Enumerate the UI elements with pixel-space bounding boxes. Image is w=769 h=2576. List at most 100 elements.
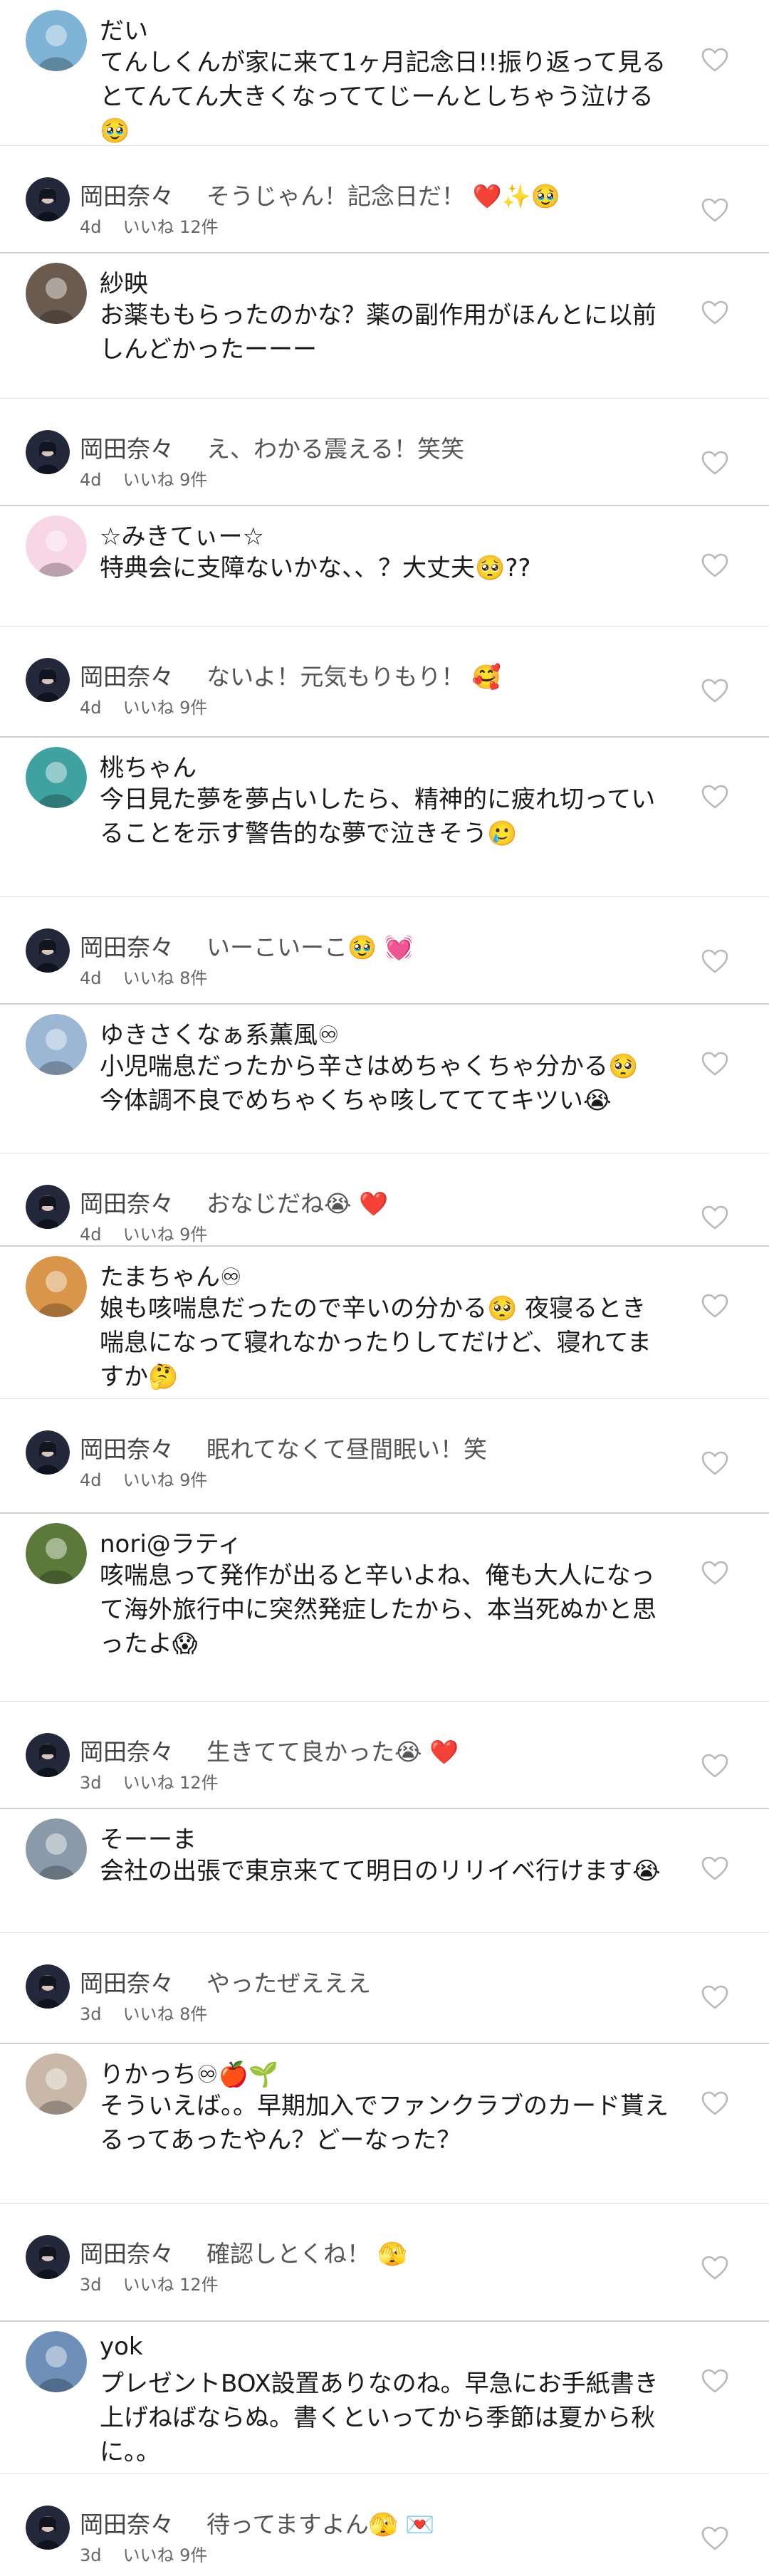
reply-time: 3d: [80, 2275, 102, 2295]
commenter-name[interactable]: だい: [100, 11, 148, 46]
comment-item: だい てんしくんが家に来て1ヶ月記念日!!振り返って見るとてんてん大きくなっててじ…: [0, 0, 769, 146]
reply-meta: 4d いいね 9件: [80, 466, 207, 491]
reply-author-name[interactable]: 岡田奈々: [80, 1964, 174, 1999]
avatar[interactable]: [26, 2331, 87, 2392]
likes-count[interactable]: いいね 12件: [123, 2275, 219, 2295]
heart-outline-icon[interactable]: [701, 197, 729, 223]
commenter-name[interactable]: ゆきさくなぁ系薫風♾: [100, 1015, 339, 1050]
likes-count[interactable]: いいね 12件: [123, 1773, 219, 1793]
commenter-name[interactable]: そーーま: [100, 1820, 197, 1855]
reply-author-name[interactable]: 岡田奈々: [80, 430, 174, 464]
avatar[interactable]: [26, 1964, 70, 2009]
reply-item: 岡田奈々 生きてて良かった😭 ❤️ 3d いいね 12件: [0, 1702, 769, 1808]
reply-item: 岡田奈々 やったぜえええ 3d いいね 8件: [0, 1933, 769, 2043]
comment-item: yok プレゼントBOX設置ありなのね。早急にお手紙書き上げねばならぬ。書くといっ…: [0, 2321, 769, 2474]
reply-text: 待ってますよん🫣 💌: [206, 2510, 435, 2538]
reply-text: そうじゃん！記念日だ！ ❤️✨🥹: [206, 182, 560, 210]
likes-count[interactable]: いいね 9件: [123, 470, 208, 490]
reply-author-name[interactable]: 岡田奈々: [80, 1185, 174, 1219]
avatar[interactable]: [26, 1733, 70, 1777]
reply-text: 確認しとくね！ 🫣: [206, 2240, 407, 2268]
reply-time: 4d: [80, 1470, 102, 1490]
reply-item: 岡田奈々 確認しとくね！ 🫣 3d いいね 12件: [0, 2204, 769, 2321]
avatar[interactable]: [26, 1185, 70, 1229]
likes-count[interactable]: いいね 8件: [123, 968, 208, 988]
heart-outline-icon[interactable]: [701, 1450, 729, 1476]
reply-text: いーこいーこ🥹 💓: [206, 933, 414, 961]
reply-item: 岡田奈々 ないよ！元気もりもり！ 🥰 4d いいね 9件: [0, 627, 769, 737]
avatar[interactable]: [26, 2235, 70, 2279]
heart-outline-icon[interactable]: [701, 553, 729, 578]
comment-item: 桃ちゃん 今日見た夢を夢占いしたら、精神的に疲れ切っていることを示す警告的な夢で泣…: [0, 737, 769, 897]
heart-outline-icon[interactable]: [701, 2525, 729, 2551]
likes-count[interactable]: いいね 8件: [123, 2004, 208, 2024]
reply-author-name[interactable]: 岡田奈々: [80, 177, 174, 211]
avatar[interactable]: [26, 1523, 87, 1584]
reply-author-name[interactable]: 岡田奈々: [80, 2235, 174, 2269]
heart-outline-icon[interactable]: [701, 678, 729, 703]
avatar[interactable]: [26, 2506, 70, 2550]
comment-list: だい てんしくんが家に来て1ヶ月記念日!!振り返って見るとてんてん大きくなっててじ…: [0, 0, 769, 2576]
comment-text: 特典会に支障ないかな、、？大丈夫🥺??: [100, 554, 531, 582]
avatar[interactable]: [26, 1430, 70, 1475]
reply-time: 3d: [80, 2545, 102, 2565]
reply-text: おなじだね😭 ❤️: [206, 1190, 389, 1218]
reply-text: ないよ！元気もりもり！ 🥰: [206, 663, 501, 691]
heart-outline-icon[interactable]: [701, 1560, 729, 1586]
heart-outline-icon[interactable]: [701, 1293, 729, 1319]
reply-author-name[interactable]: 岡田奈々: [80, 2506, 174, 2540]
likes-count[interactable]: いいね 9件: [123, 1470, 208, 1490]
reply-meta: 4d いいね 9件: [80, 693, 207, 718]
avatar[interactable]: [26, 928, 70, 973]
likes-count[interactable]: いいね 9件: [123, 698, 208, 718]
reply-time: 4d: [80, 470, 102, 490]
reply-author-name[interactable]: 岡田奈々: [80, 1430, 174, 1465]
commenter-name[interactable]: 桃ちゃん: [100, 748, 197, 783]
reply-time: 3d: [80, 1773, 102, 1793]
avatar[interactable]: [26, 263, 87, 324]
commenter-name[interactable]: nori@ラティ: [100, 1524, 242, 1559]
likes-count[interactable]: いいね 9件: [123, 2545, 208, 2565]
likes-count[interactable]: いいね 12件: [123, 217, 219, 237]
heart-outline-icon[interactable]: [701, 2368, 729, 2394]
heart-outline-icon[interactable]: [701, 948, 729, 974]
comment-text: お薬ももらったのかな？薬の副作用がほんとに以前しんどかったーーー: [100, 301, 656, 364]
heart-outline-icon[interactable]: [701, 1205, 729, 1230]
commenter-name[interactable]: たまちゃん♾: [100, 1257, 241, 1292]
avatar[interactable]: [26, 1818, 87, 1880]
likes-count[interactable]: いいね 9件: [123, 1225, 208, 1245]
avatar[interactable]: [26, 515, 87, 577]
comment-item: ゆきさくなぁ系薫風♾ 小児喘息だったから辛さはめちゃくちゃ分かる🥺 今体調不良でめ…: [0, 1004, 769, 1153]
heart-outline-icon[interactable]: [701, 47, 729, 73]
reply-item: 岡田奈々 いーこいーこ🥹 💓 4d いいね 8件: [0, 897, 769, 1004]
avatar[interactable]: [26, 177, 70, 221]
commenter-name[interactable]: yok: [100, 2332, 143, 2361]
heart-outline-icon[interactable]: [701, 1984, 729, 2010]
heart-outline-icon[interactable]: [701, 1855, 729, 1881]
heart-outline-icon[interactable]: [701, 450, 729, 476]
reply-text: やったぜえええ: [206, 1969, 371, 1997]
heart-outline-icon[interactable]: [701, 1753, 729, 1779]
reply-text: 生きてて良かった😭 ❤️: [206, 1738, 459, 1766]
reply-item: 岡田奈々 え、わかる震える！笑笑 4d いいね 9件: [0, 399, 769, 506]
commenter-name[interactable]: 紗映: [100, 264, 148, 299]
reply-meta: 3d いいね 8件: [80, 2000, 207, 2025]
reply-author-name[interactable]: 岡田奈々: [80, 1733, 174, 1767]
heart-outline-icon[interactable]: [701, 784, 729, 810]
avatar[interactable]: [26, 1014, 87, 1075]
reply-author-name[interactable]: 岡田奈々: [80, 928, 174, 963]
avatar[interactable]: [26, 2053, 87, 2115]
heart-outline-icon[interactable]: [701, 300, 729, 325]
commenter-name[interactable]: りかっち♾🍎🌱: [100, 2055, 278, 2090]
avatar[interactable]: [26, 430, 70, 474]
avatar[interactable]: [26, 747, 87, 808]
heart-outline-icon[interactable]: [701, 2255, 729, 2281]
commenter-name[interactable]: ☆みきてぃー☆: [100, 517, 264, 552]
reply-meta: 4d いいね 12件: [80, 213, 219, 238]
heart-outline-icon[interactable]: [701, 2090, 729, 2116]
avatar[interactable]: [26, 658, 70, 702]
reply-author-name[interactable]: 岡田奈々: [80, 658, 174, 692]
heart-outline-icon[interactable]: [701, 1051, 729, 1077]
avatar[interactable]: [26, 10, 87, 71]
avatar[interactable]: [26, 1256, 87, 1317]
